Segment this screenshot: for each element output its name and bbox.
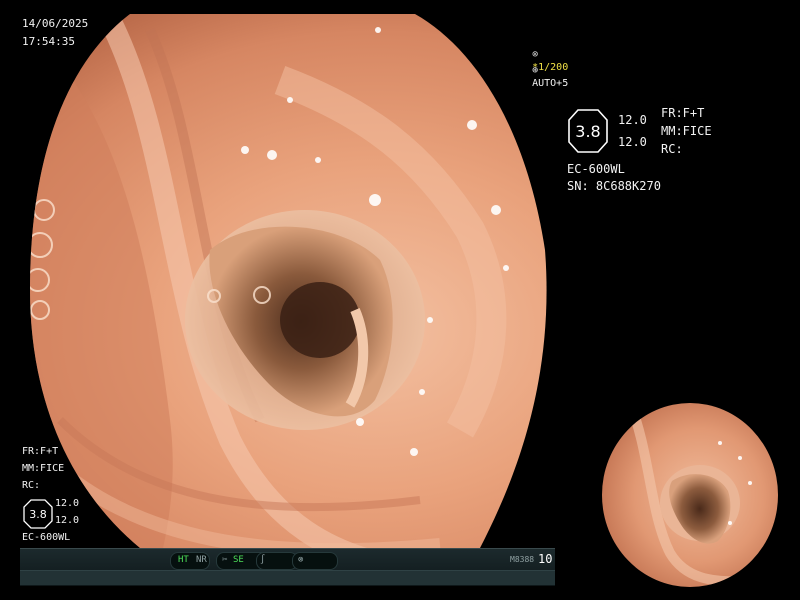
left-fr: FR:F+T	[22, 446, 59, 457]
auto-value: AUTO+5	[532, 78, 569, 89]
endoscopic-thumbnail-view	[602, 403, 778, 587]
right-rc: RC:	[661, 142, 683, 156]
right-value-bottom: 12.0	[618, 135, 647, 149]
left-mm: MM:FICE	[22, 463, 65, 474]
status-nr: NR	[196, 555, 207, 565]
status-row: HT NR ✂ SE ∫ ⊗ M8388 10	[20, 552, 555, 570]
status-lower-bar	[20, 570, 555, 585]
zoom-badge-right: 3.8	[567, 108, 609, 154]
right-scope-model: EC-600WL	[567, 162, 625, 176]
slash-icon: ∫	[260, 555, 266, 565]
status-se: SE	[233, 555, 244, 565]
zoom-badge-left-value: 3.8	[29, 507, 47, 521]
auto-row: ⊛ AUTO+5	[508, 51, 568, 103]
left-rc: RC:	[22, 480, 41, 491]
capture-time: 17:54:35	[22, 35, 75, 48]
right-fr: FR:F+T	[661, 106, 705, 120]
endoscopy-viewer: 14/06/2025 17:54:35 ⊗ *1/200 ⊛ AUTO+5 3.…	[0, 0, 800, 600]
zoom-badge-left: 3.8	[23, 499, 53, 529]
status-id-code: M8388	[510, 555, 535, 564]
auto-iris-icon: ⊛	[532, 65, 539, 76]
left-value-bottom: 12.0	[55, 515, 80, 526]
scissors-icon: ✂	[222, 555, 228, 565]
left-value-top: 12.0	[55, 498, 80, 509]
capture-date: 14/06/2025	[22, 17, 89, 30]
status-ht: HT	[178, 555, 189, 565]
right-mm: MM:FICE	[661, 124, 712, 138]
status-number: 10	[538, 552, 553, 566]
left-scope-model: EC-600WL	[22, 532, 71, 543]
circle-icon: ⊗	[298, 555, 304, 565]
right-value-top: 12.0	[618, 113, 647, 127]
zoom-badge-right-value: 3.8	[575, 121, 601, 141]
status-bar: HT NR ✂ SE ∫ ⊗ M8388 10	[20, 548, 555, 586]
right-serial: SN: 8C688K270	[567, 179, 661, 193]
